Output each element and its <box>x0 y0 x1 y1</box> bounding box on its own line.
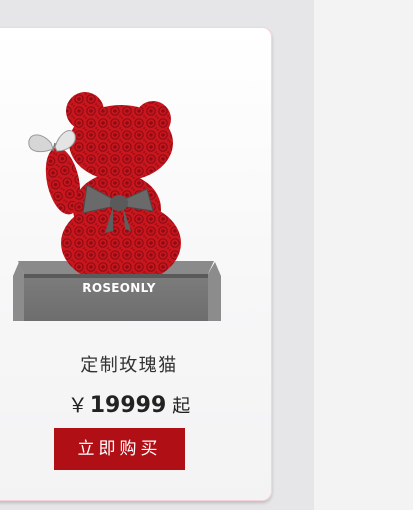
price-suffix: 起 <box>172 396 191 417</box>
price-amount: 19999 <box>89 393 167 418</box>
side-panel <box>314 0 413 510</box>
product-card[interactable]: ROSEONLY 定制玫瑰猫 ￥19999 起 立即购买 <box>0 27 272 501</box>
price-currency: ￥ <box>67 393 88 417</box>
product-name[interactable]: 定制玫瑰猫 <box>0 351 271 377</box>
butterfly-icon <box>28 130 76 153</box>
price: ￥19999 起 <box>0 389 271 418</box>
buy-now-button[interactable]: 立即购买 <box>54 428 185 470</box>
brand-logo: ROSEONLY <box>82 281 156 295</box>
